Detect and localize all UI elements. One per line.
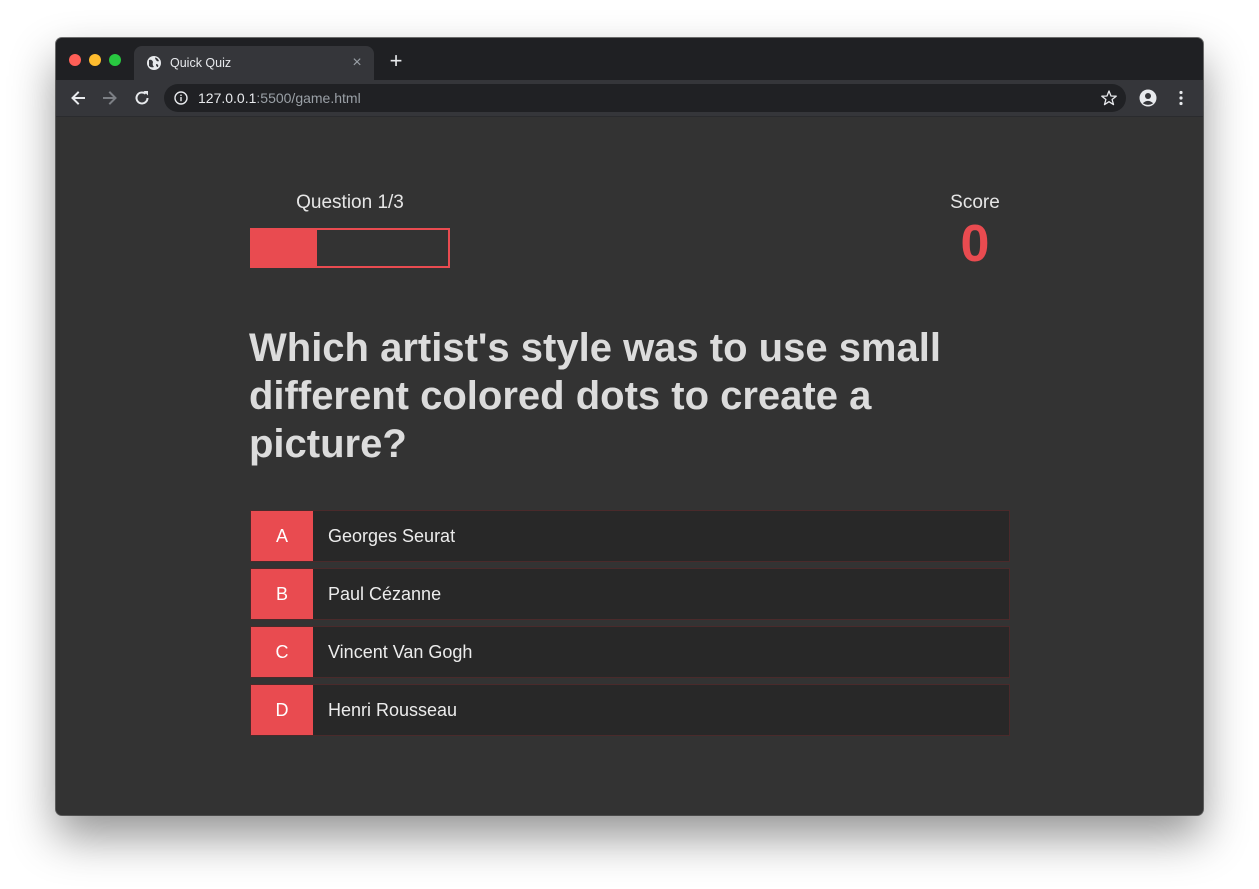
- quiz-page: Question 1/3 Score 0 Which artist's styl…: [56, 117, 1203, 815]
- tab-close-icon[interactable]: ×: [348, 54, 366, 72]
- globe-icon: [147, 56, 161, 70]
- score-value: 0: [960, 215, 990, 273]
- progress-bar: [250, 228, 450, 268]
- question-counter: Question 1/3: [296, 192, 404, 213]
- forward-arrow-icon[interactable]: [100, 88, 120, 108]
- choice-prefix: A: [251, 511, 313, 561]
- choice-prefix: D: [251, 685, 313, 735]
- window-minimize-button[interactable]: [89, 54, 101, 66]
- new-tab-button[interactable]: +: [386, 50, 406, 72]
- profile-avatar-icon[interactable]: [1139, 89, 1157, 107]
- bookmark-star-icon[interactable]: [1100, 89, 1118, 107]
- choice-option[interactable]: C Vincent Van Gogh: [250, 626, 1010, 678]
- window-close-button[interactable]: [69, 54, 81, 66]
- choice-option[interactable]: B Paul Cézanne: [250, 568, 1010, 620]
- choice-prefix: C: [251, 627, 313, 677]
- url-path: :5500/game.html: [256, 90, 361, 106]
- back-arrow-icon[interactable]: [68, 88, 88, 108]
- choice-prefix: B: [251, 569, 313, 619]
- progress-fill: [252, 230, 318, 266]
- browser-toolbar: 127.0.0.1:5500/game.html: [56, 80, 1203, 117]
- choice-text: Vincent Van Gogh: [328, 642, 473, 662]
- choice-text: Henri Rousseau: [328, 700, 458, 720]
- choice-option[interactable]: D Henri Rousseau: [250, 684, 1010, 736]
- choice-list: A Georges Seurat B Paul Cézanne C Vincent Van…: [250, 510, 1010, 742]
- reload-icon[interactable]: [132, 88, 152, 108]
- choice-text: Paul Cézanne: [328, 584, 442, 604]
- score-label: Score: [950, 192, 1000, 213]
- url-text: 127.0.0.1:5500/game.html: [198, 90, 361, 106]
- browser-tab[interactable]: Quick Quiz ×: [134, 46, 374, 80]
- question-text: Which artist's style was to use small di…: [249, 326, 941, 466]
- choice-option[interactable]: A Georges Seurat: [250, 510, 1010, 562]
- quiz-hud: Question 1/3 Score 0: [250, 192, 1010, 272]
- url-host: 127.0.0.1: [198, 90, 257, 106]
- window-maximize-button[interactable]: [109, 54, 121, 66]
- info-icon[interactable]: [174, 91, 188, 105]
- browser-window: Quick Quiz × + 127.0.0.1:5500/game.html: [56, 38, 1203, 815]
- more-menu-icon[interactable]: [1174, 89, 1188, 107]
- choice-text: Georges Seurat: [328, 526, 456, 546]
- address-bar[interactable]: 127.0.0.1:5500/game.html: [164, 84, 1126, 112]
- tab-title: Quick Quiz: [170, 56, 232, 70]
- tab-strip: Quick Quiz × +: [56, 38, 1203, 80]
